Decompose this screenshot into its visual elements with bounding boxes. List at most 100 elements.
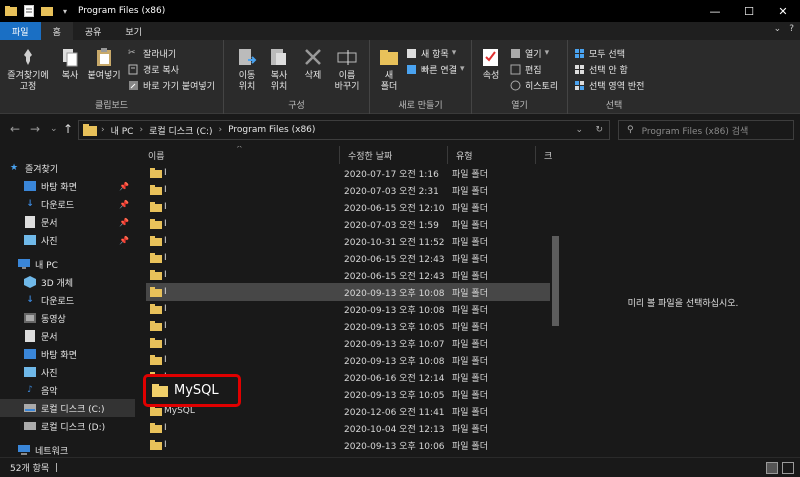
new-folder-quick-icon[interactable] bbox=[40, 4, 54, 18]
search-input[interactable]: ⚲ Program Files (x86) 검색 bbox=[618, 120, 794, 140]
vertical-scrollbar[interactable] bbox=[551, 164, 560, 457]
file-date: 2020-09-13 오후 10:07 bbox=[344, 339, 445, 350]
tab-home[interactable]: 홈 bbox=[40, 22, 73, 40]
cut-button[interactable]: ✂ 잘라내기 bbox=[128, 46, 176, 60]
new-item-button[interactable]: 새 항목 ▾ bbox=[406, 46, 456, 60]
column-header-size[interactable]: 크 bbox=[536, 146, 552, 164]
nav-item-local-disk-d[interactable]: 로컬 디스크 (D:) bbox=[0, 417, 135, 435]
column-header-type[interactable]: 유형 bbox=[448, 146, 536, 164]
file-type: 파일 폴더 bbox=[452, 339, 488, 350]
table-row[interactable]: I 2020-06-15 오전 12:43 파일 폴더 bbox=[146, 249, 550, 267]
copy-button[interactable]: 복사 bbox=[56, 46, 84, 82]
minimize-button[interactable]: — bbox=[698, 0, 732, 22]
help-icon[interactable]: ? bbox=[789, 24, 794, 34]
table-row[interactable]: I 2020-09-13 오후 10:08 파일 폴더 bbox=[146, 283, 550, 301]
paste-shortcut-button[interactable]: 바로 가기 붙여넣기 bbox=[128, 78, 215, 92]
history-icon bbox=[510, 80, 521, 90]
copy-to-button[interactable]: 복사 위치 bbox=[264, 46, 294, 93]
close-button[interactable]: ✕ bbox=[766, 0, 800, 22]
nav-item-pictures[interactable]: 사진 📌 bbox=[0, 231, 135, 249]
delete-button[interactable]: 삭제 bbox=[300, 46, 326, 82]
chevron-down-icon[interactable]: ▾ bbox=[58, 4, 72, 18]
recent-chevron-icon[interactable]: ⌄ bbox=[50, 124, 58, 134]
cube-icon bbox=[24, 276, 36, 288]
breadcrumb-program-files[interactable]: Program Files (x86) bbox=[228, 125, 315, 135]
nav-item-videos[interactable]: 동영상 bbox=[0, 309, 135, 327]
file-name: I bbox=[164, 270, 167, 280]
paste-button[interactable]: 붙여넣기 bbox=[86, 46, 122, 82]
file-name: I bbox=[164, 423, 167, 433]
download-icon: ↓ bbox=[26, 199, 34, 209]
table-row[interactable]: I 2020-09-13 오후 10:06 파일 폴더 bbox=[146, 436, 550, 454]
pin-quick-access-button[interactable]: 즐겨찾기에 고정 bbox=[4, 46, 52, 93]
up-arrow-icon[interactable]: ↑ bbox=[63, 122, 73, 136]
open-icon bbox=[511, 48, 520, 58]
copy-path-button[interactable]: 경로 복사 bbox=[128, 62, 179, 76]
select-none-button[interactable]: 선택 안 함 bbox=[574, 62, 628, 76]
document-icon bbox=[24, 216, 36, 228]
properties-quick-icon[interactable] bbox=[22, 4, 36, 18]
invert-selection-icon bbox=[575, 80, 584, 90]
edit-button[interactable]: 편집 bbox=[510, 62, 542, 76]
nav-item-pc-documents[interactable]: 문서 bbox=[0, 327, 135, 345]
tab-share[interactable]: 공유 bbox=[73, 22, 114, 40]
details-view-button[interactable] bbox=[766, 462, 778, 474]
table-row[interactable]: I 2020-09-13 오후 10:08 파일 폴더 bbox=[146, 351, 550, 369]
select-none-icon bbox=[575, 64, 584, 74]
table-row[interactable]: I 2020-09-13 오후 10:07 파일 폴더 bbox=[146, 334, 550, 352]
rename-button[interactable]: 이름 바꾸기 bbox=[330, 46, 364, 93]
copy-to-icon bbox=[271, 49, 286, 65]
easy-access-button[interactable]: 빠른 연결 ▾ bbox=[406, 62, 465, 76]
file-type: 파일 폴더 bbox=[452, 407, 488, 418]
large-icons-view-button[interactable] bbox=[782, 462, 794, 474]
nav-item-desktop[interactable]: 바탕 화면 📌 bbox=[0, 177, 135, 195]
table-row[interactable]: I 2020-07-03 오전 1:59 파일 폴더 bbox=[146, 215, 550, 233]
file-name: I bbox=[164, 236, 167, 246]
nav-item-pc-downloads[interactable]: ↓ 다운로드 bbox=[0, 291, 135, 309]
tab-file[interactable]: 파일 bbox=[0, 22, 41, 40]
back-arrow-icon[interactable]: ← bbox=[10, 122, 20, 136]
expand-ribbon-icon[interactable]: ⌄ bbox=[774, 24, 782, 34]
maximize-button[interactable]: ☐ bbox=[732, 0, 766, 22]
tab-view[interactable]: 보기 bbox=[113, 22, 154, 40]
table-row[interactable]: I 2020-06-15 오전 12:10 파일 폴더 bbox=[146, 198, 550, 216]
table-row[interactable]: I 2020-10-04 오전 12:13 파일 폴더 bbox=[146, 419, 550, 437]
address-dropdown-icon[interactable]: ⌄ bbox=[575, 125, 583, 135]
nav-item-music[interactable]: ♪ 음악 bbox=[0, 381, 135, 399]
nav-item-3d-objects[interactable]: 3D 개체 bbox=[0, 273, 135, 291]
table-row[interactable]: I 2020-06-15 오전 12:43 파일 폴더 bbox=[146, 266, 550, 284]
properties-button[interactable]: 속성 bbox=[478, 46, 504, 82]
refresh-icon[interactable]: ↻ bbox=[595, 125, 603, 135]
table-row[interactable]: I 2020-07-17 오전 1:16 파일 폴더 bbox=[146, 164, 550, 182]
nav-quick-access[interactable]: ★ 즐겨찾기 bbox=[0, 159, 135, 177]
table-row[interactable]: I 2020-09-13 오후 10:08 파일 폴더 bbox=[146, 300, 550, 318]
history-button[interactable]: 히스토리 bbox=[510, 78, 558, 92]
new-folder-button[interactable]: 새 폴더 bbox=[376, 46, 402, 93]
table-row[interactable]: I 2020-07-03 오전 2:31 파일 폴더 bbox=[146, 181, 550, 199]
table-row[interactable]: I 2020-10-31 오전 11:52 파일 폴더 bbox=[146, 232, 550, 250]
nav-item-downloads[interactable]: ↓ 다운로드 📌 bbox=[0, 195, 135, 213]
nav-item-pc-pictures[interactable]: 사진 bbox=[0, 363, 135, 381]
scrollbar-thumb[interactable] bbox=[552, 236, 559, 326]
select-all-button[interactable]: 모두 선택 bbox=[574, 46, 625, 60]
file-type: 파일 폴더 bbox=[452, 220, 488, 231]
column-header-name[interactable]: 이름 ^ bbox=[140, 146, 340, 164]
select-all-icon bbox=[575, 48, 584, 58]
address-bar-row: ← → ⌄ ↑ › 내 PC › 로컬 디스크 (C:) › Program F… bbox=[0, 114, 800, 146]
mysql-folder-highlight[interactable]: MySQL bbox=[143, 374, 241, 407]
table-row[interactable]: I 2020-09-13 오후 10:05 파일 폴더 bbox=[146, 317, 550, 335]
address-field[interactable]: › 내 PC › 로컬 디스크 (C:) › Program Files (x8… bbox=[78, 120, 610, 140]
open-button[interactable]: 열기 ▾ bbox=[510, 46, 549, 60]
nav-item-documents[interactable]: 문서 📌 bbox=[0, 213, 135, 231]
nav-this-pc[interactable]: 내 PC bbox=[0, 255, 135, 273]
nav-network[interactable]: 네트워크 bbox=[0, 441, 135, 457]
breadcrumb-local-disk[interactable]: 로컬 디스크 (C:) bbox=[149, 124, 212, 137]
nav-item-local-disk-c[interactable]: 로컬 디스크 (C:) bbox=[0, 399, 135, 417]
forward-arrow-icon[interactable]: → bbox=[30, 122, 40, 136]
organize-group-label: 구성 bbox=[288, 101, 305, 111]
breadcrumb-this-pc[interactable]: 내 PC bbox=[111, 124, 134, 137]
nav-item-pc-desktop[interactable]: 바탕 화면 bbox=[0, 345, 135, 363]
move-to-button[interactable]: 이동 위치 bbox=[232, 46, 262, 93]
column-header-date[interactable]: 수정한 날짜 bbox=[340, 146, 448, 164]
invert-selection-button[interactable]: 선택 영역 반전 bbox=[574, 78, 644, 92]
